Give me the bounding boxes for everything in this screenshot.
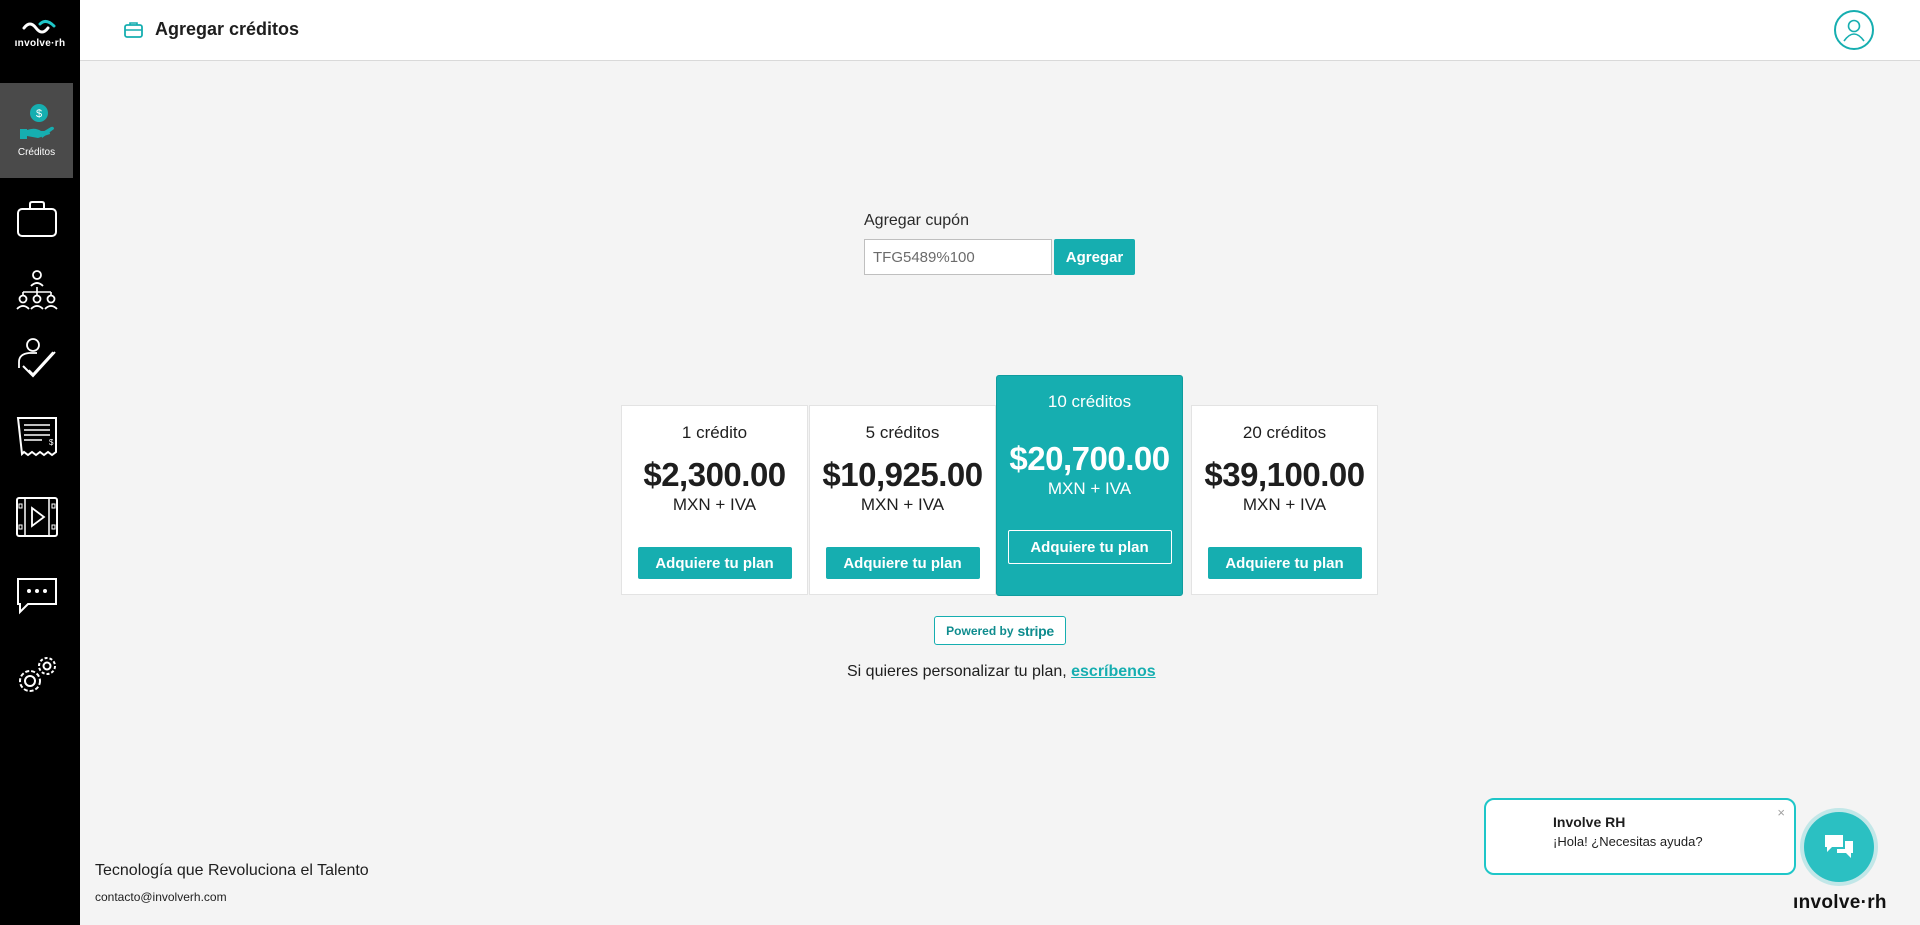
sidebar-item-mensajes[interactable] [0,566,73,626]
plan-currency-note: MXN + IVA [860,495,945,514]
coupon-row: Agregar [864,239,1135,275]
chat-greeting-bubble[interactable]: Involve RH ¡Hola! ¿Necesitas ayuda? × [1484,798,1796,875]
plan-card: 5 créditos $10,925.00 MXN + IVA Adquiere… [809,405,996,595]
plan-price: $2,300.00 [643,456,786,493]
page-heading: Agregar créditos [124,19,299,40]
footer-tagline: Tecnología que Revoluciona el Talento [95,862,369,879]
close-icon[interactable]: × [1777,805,1785,820]
user-avatar-button[interactable] [1834,10,1874,50]
custom-plan-text: Si quieres personalizar tu plan, [847,663,1072,680]
sidebar-item-organizacion[interactable] [0,259,73,319]
plan-title: 20 créditos [1242,423,1327,442]
settings-gears-icon [18,657,56,692]
user-icon [1843,19,1865,42]
chat-icon [16,578,57,615]
credits-hand-coin-icon: $ [19,104,54,139]
plan-currency-note: MXN + IVA [1242,495,1327,514]
approval-check-icon [17,338,56,378]
chat-bubbles-icon [1825,835,1853,858]
buy-plan-button[interactable]: Adquiere tu plan [825,547,980,579]
buy-plan-button[interactable]: Adquiere tu plan [1007,530,1172,564]
coupon-label: Agregar cupón [864,212,969,229]
buy-plan-button[interactable]: Adquiere tu plan [637,547,792,579]
powered-by-stripe-badge[interactable]: Powered by stripe [934,616,1066,645]
chat-launcher-button[interactable] [1804,812,1874,882]
plan-card-featured: 10 créditos $20,700.00 MXN + IVA Adquier… [996,375,1183,596]
stripe-prefix: Powered by [946,623,1014,638]
logo-mark-icon [22,19,56,34]
stripe-logo: stripe [1017,622,1055,639]
sidebar-item-videos[interactable] [0,487,73,547]
app-logo[interactable]: ınvolve·rh [0,18,80,62]
coupon-form: Agregar cupón Agregar [864,212,1135,275]
plan-price: $39,100.00 [1204,456,1365,493]
plan-currency-note: MXN + IVA [672,495,757,514]
page-title: Agregar créditos [155,19,300,39]
footer-email: contacto@involverh.com [95,890,227,904]
chat-message: ¡Hola! ¿Necesitas ayuda? [1553,834,1703,849]
coupon-input[interactable] [864,239,1052,275]
svg-text:$: $ [49,438,54,447]
sidebar-item-creditos[interactable]: $ Créditos [0,83,73,178]
logo-text: ınvolve·rh [14,38,66,49]
plan-price: $20,700.00 [1009,440,1170,477]
sidebar-item-label: Créditos [17,147,56,158]
contact-us-link[interactable]: escríbenos [1071,663,1155,680]
plan-title: 5 créditos [865,423,940,442]
sidebar: ınvolve·rh $ Créditos $ [0,0,80,925]
custom-plan-note: Si quieres personalizar tu plan, escríbe… [847,663,1156,681]
brand-logo-corner: ınvolve·rh [1793,892,1887,913]
apply-coupon-button[interactable]: Agregar [1054,239,1135,275]
buy-plan-button[interactable]: Adquiere tu plan [1207,547,1362,579]
plan-price: $10,925.00 [822,456,983,493]
receipt-icon: $ [16,417,57,457]
sidebar-item-reportes[interactable]: $ [0,407,73,467]
plan-card: 1 crédito $2,300.00 MXN + IVA Adquiere t… [621,405,808,595]
plan-title: 10 créditos [1047,392,1132,411]
chat-agent-name: Involve RH [1553,814,1626,830]
video-icon [15,497,58,537]
svg-text:$: $ [35,108,41,120]
sidebar-item-evaluaciones[interactable] [0,328,73,388]
sidebar-item-vacantes[interactable] [0,189,73,249]
plan-card: 20 créditos $39,100.00 MXN + IVA Adquier… [1191,405,1378,595]
sidebar-item-configuracion[interactable] [0,646,73,706]
org-chart-icon [15,270,58,310]
plan-currency-note: MXN + IVA [1047,479,1132,498]
briefcase-icon [124,22,143,38]
top-header: Agregar créditos [80,0,1920,61]
plan-title: 1 crédito [681,423,748,442]
briefcase-icon [16,201,57,237]
